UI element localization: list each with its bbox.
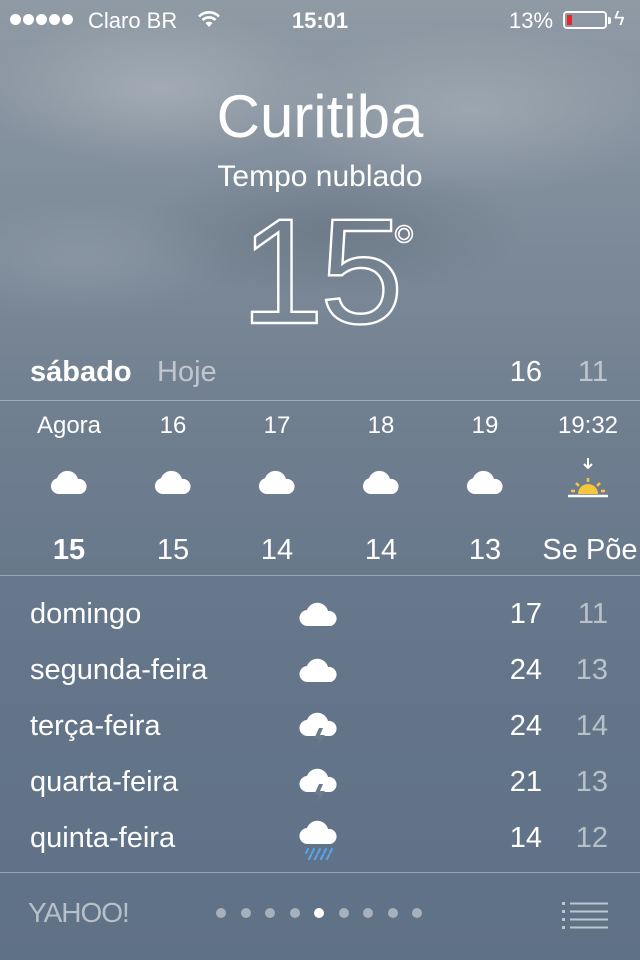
cloud-icon [299,658,337,683]
day-high: 14 [509,822,542,854]
battery-percent: 13% [509,8,554,33]
hour-label: Agora [36,412,102,439]
today-high: 16 [509,356,542,388]
hourly-item: 18 14 [329,400,433,576]
page-dot[interactable] [265,908,275,918]
day-low: 13 [575,654,608,686]
hour-temperature: 14 [260,534,294,566]
day-name: quinta-feira [30,822,176,854]
page-dot[interactable] [289,908,300,918]
day-name: segunda-feira [30,654,208,686]
day-low: 12 [575,822,608,854]
day-high: 17 [509,598,542,630]
rain-icon [299,820,337,861]
page-dot[interactable] [338,908,349,918]
cloud-icon [121,470,225,510]
battery-icon [563,11,611,29]
cloud-icon [225,470,329,510]
day-low: 13 [575,766,608,798]
thunderstorm-icon [299,712,337,748]
page-dot[interactable] [363,908,373,918]
sunset-icon [536,456,640,498]
hourly-item: Agora 15 [17,400,121,576]
hourly-item: 16 15 [121,400,225,576]
status-bar: Claro BR 15:01 13% ϟ [0,0,640,40]
hourly-item: 17 14 [225,400,329,576]
page-dot[interactable] [412,908,422,918]
daily-row: quinta-feira 14 12 [0,810,640,866]
cloud-icon [433,470,537,510]
day-name: domingo [30,598,142,630]
hourly-item: 19 13 [433,400,537,576]
cloud-icon [17,470,121,510]
daily-row: segunda-feira 24 13 [0,642,640,698]
page-indicator[interactable] [216,908,422,918]
degree-symbol: ° [391,214,417,281]
today-low: 11 [577,356,608,388]
day-high: 24 [509,710,542,742]
hour-temperature: 14 [364,534,398,566]
page-dot-active[interactable] [314,908,324,918]
day-high: 24 [509,654,542,686]
list-icon[interactable] [562,901,608,931]
yahoo-logo[interactable]: YAHOO! [28,897,130,929]
city-name: Curitiba [216,83,424,150]
day-name: terça-feira [30,710,161,742]
hourly-forecast[interactable]: Agora 15 16 15 17 14 18 14 19 13 19:32 S… [0,400,640,576]
today-day: sábado [30,356,132,388]
hour-label: 17 [263,412,291,439]
divider [0,575,640,576]
temperature-value: 15 [239,187,404,355]
sunset-label: Se Põe [542,534,638,566]
hour-label: 19 [471,412,499,439]
charging-bolt-icon: ϟ [614,8,625,30]
daily-row: quarta-feira 21 13 [0,754,640,810]
current-temperature: 15 ° [0,195,640,347]
thunderstorm-icon [299,768,337,804]
day-low: 11 [577,598,608,630]
hour-label: 19:32 [557,412,619,439]
daily-row: domingo 17 11 [0,586,640,642]
hour-temperature: 13 [468,534,502,566]
today-summary: sábado Hoje 16 11 [0,352,640,396]
battery-level-fill [567,15,572,25]
day-low: 14 [575,710,608,742]
page-dot[interactable] [387,908,398,918]
page-dot[interactable] [216,908,226,918]
page-dot[interactable] [240,908,251,918]
hour-temperature: 15 [52,534,86,566]
cloud-icon [299,602,337,627]
daily-forecast[interactable]: domingo 17 11 segunda-feira 24 13 terça-… [0,586,640,866]
hour-label: 18 [367,412,395,439]
today-label: Hoje [157,356,217,388]
hourly-item: 19:32 Se Põe [536,400,640,576]
day-high: 21 [509,766,542,798]
daily-row: terça-feira 24 14 [0,698,640,754]
hour-label: 16 [159,412,187,439]
hour-temperature: 15 [156,534,190,566]
day-name: quarta-feira [30,766,179,798]
footer: YAHOO! [0,873,640,960]
cloud-icon [329,470,433,510]
